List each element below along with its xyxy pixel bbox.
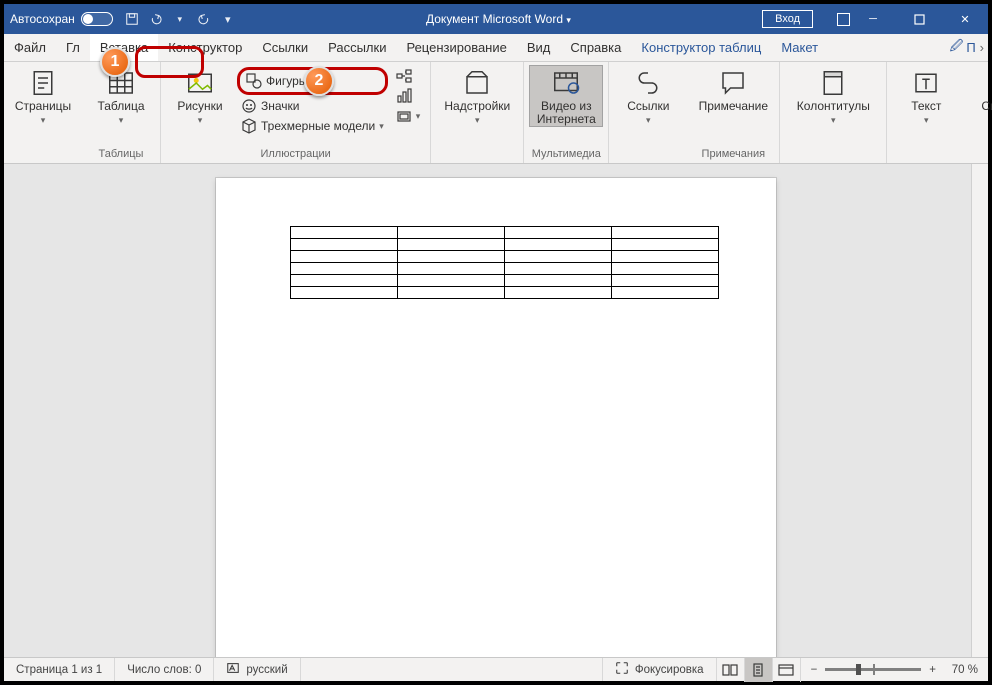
autosave-label: Автосохран [10,12,75,26]
page[interactable] [216,178,776,657]
group-comments: Примечание Примечания [687,62,780,163]
tab-review[interactable]: Рецензирование [396,34,516,61]
zoom-in-button[interactable]: + [929,664,936,676]
collapse-ribbon-icon[interactable]: › [980,40,984,55]
group-text: Текст▾ [887,62,965,163]
view-web-button[interactable] [773,658,801,682]
zoom-out-button[interactable]: − [811,664,818,676]
view-print-button[interactable] [745,658,773,682]
word-table[interactable] [290,226,719,299]
status-words[interactable]: Число слов: 0 [115,658,214,681]
3d-models-button[interactable]: Трехмерные модели ▾ [237,117,388,135]
save-icon[interactable] [125,12,139,26]
tab-layout[interactable]: Макет [771,34,828,61]
annotation-2: 2 [304,66,334,96]
group-illustrations-label: Иллюстрации [167,148,424,163]
status-bar: Страница 1 из 1 Число слов: 0 русский Фо… [4,657,988,681]
screenshot-button[interactable]: ▾ [392,107,425,125]
undo-dropdown-icon[interactable]: ▾ [173,12,187,26]
pages-button[interactable]: Страницы▾ [10,66,76,127]
status-language[interactable]: русский [214,658,300,681]
icons-icon [241,98,257,114]
online-video-button[interactable]: Видео изИнтернета [530,66,602,126]
tab-home[interactable]: Гл [56,34,90,61]
autosave-toggle[interactable] [81,12,113,26]
links-button[interactable]: Ссылки▾ [615,66,681,127]
maximize-button[interactable] [896,4,942,34]
minimize-button[interactable]: ─ [850,4,896,34]
group-media: Видео изИнтернета Мультимедиа [524,62,609,163]
qat-customize-icon[interactable]: ▾ [221,12,235,26]
video-icon [551,68,581,98]
tab-help[interactable]: Справка [560,34,631,61]
tab-table-design[interactable]: Конструктор таблиц [631,34,771,61]
group-media-label: Мультимедиа [530,148,602,163]
status-page[interactable]: Страница 1 из 1 [4,658,115,681]
tab-view[interactable]: Вид [517,34,561,61]
smartart-button[interactable] [392,67,425,85]
group-tables-label: Таблицы [88,148,154,163]
chart-icon [396,88,412,104]
comment-icon [718,68,748,98]
screenshot-icon [396,108,412,124]
link-icon [633,68,663,98]
group-addins: Надстройки▾ [431,62,524,163]
group-comments-label: Примечания [693,148,773,163]
view-read-button[interactable] [717,658,745,682]
title-bar: Автосохран ▾ ▾ Документ Microsoft Word ▾… [4,4,988,34]
share-icon[interactable]: 🖉 [949,37,963,59]
icons-button[interactable]: Значки [237,97,388,115]
zoom-slider[interactable] [825,668,921,671]
headers-button[interactable]: Колонтитулы▾ [786,66,880,127]
document-title: Документ Microsoft Word ▾ [235,12,762,26]
cube-icon [241,118,257,134]
share-label[interactable]: П [966,40,975,55]
profile-icon[interactable] [837,13,850,26]
tab-mailings[interactable]: Рассылки [318,34,396,61]
zoom-control[interactable]: − + 70 % [801,664,988,676]
redo-icon[interactable] [197,12,211,26]
signin-button[interactable]: Вход [762,10,813,28]
comment-button[interactable]: Примечание [693,66,773,113]
headers-icon [818,68,848,98]
undo-icon[interactable] [149,12,163,26]
close-button[interactable]: ✕ [942,4,988,34]
symbols-button[interactable]: Ω Символы▾ [971,66,992,127]
tab-file[interactable]: Файл [4,34,56,61]
annotation-highlight-insert [135,46,204,78]
document-area[interactable] [4,164,988,657]
annotation-1: 1 [100,47,130,77]
quick-access-toolbar: ▾ ▾ [125,12,235,26]
focus-icon [615,661,629,678]
zoom-value[interactable]: 70 % [944,664,978,676]
tab-references[interactable]: Ссылки [252,34,318,61]
textbox-icon [911,68,941,98]
group-symbols: Ω Символы▾ [965,62,992,163]
group-pages: Страницы▾ [4,62,82,163]
group-illustrations: Рисунки▾ Фигуры ▾ Значки [161,62,431,163]
page-icon [28,68,58,98]
status-focus[interactable]: Фокусировка [603,658,717,681]
addins-button[interactable]: Надстройки▾ [437,66,517,127]
text-button[interactable]: Текст▾ [893,66,959,127]
proofing-icon [226,661,240,678]
shapes-icon [246,73,262,89]
chart-button[interactable] [392,87,425,105]
addins-icon [462,68,492,98]
smartart-icon [396,68,412,84]
group-headers: Колонтитулы▾ [780,62,887,163]
group-links: Ссылки▾ [609,62,687,163]
